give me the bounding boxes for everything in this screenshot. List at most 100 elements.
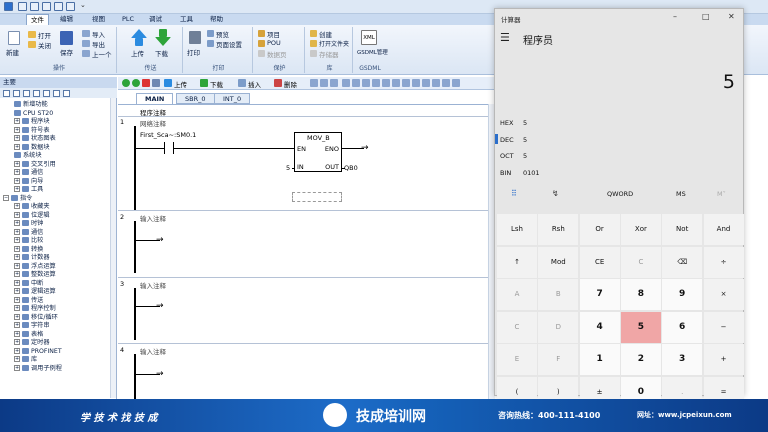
tree-tool-icon[interactable]: [23, 90, 30, 97]
expand-toggle-icon[interactable]: +: [14, 305, 20, 311]
tab-sbr0[interactable]: SBR_0: [176, 93, 215, 104]
menu-file[interactable]: 文件: [26, 14, 49, 25]
tree-item[interactable]: + 调用子例程: [14, 364, 62, 373]
network-comment[interactable]: 输入注释: [140, 213, 166, 223]
menu-help[interactable]: 帮助: [206, 14, 227, 25]
tree-item[interactable]: + 程序块: [14, 118, 50, 126]
toolbar-tool-icon[interactable]: [452, 79, 460, 87]
toolbar-tool-icon[interactable]: [392, 79, 400, 87]
expand-toggle-icon[interactable]: +: [14, 288, 20, 294]
calc-key[interactable]: ↑: [497, 246, 537, 278]
expand-toggle-icon[interactable]: −: [3, 194, 9, 201]
expand-toggle-icon[interactable]: +: [14, 339, 20, 345]
expand-toggle-icon[interactable]: +: [14, 160, 20, 167]
mov-b-box[interactable]: MOV_B EN ENO IN OUT: [294, 132, 342, 172]
preview-button[interactable]: 预览: [216, 29, 229, 39]
close-button[interactable]: 关闭: [38, 40, 51, 50]
menu-plc[interactable]: PLC: [118, 14, 138, 25]
network-comment[interactable]: 输入注释: [140, 346, 166, 356]
save-quick-icon[interactable]: [42, 2, 51, 11]
tree-item[interactable]: + PROFINET: [14, 347, 62, 356]
calc-key[interactable]: C: [497, 311, 537, 343]
tree-item[interactable]: + 浮点运算: [14, 262, 56, 271]
pou-button[interactable]: POU: [267, 39, 281, 47]
tree-item[interactable]: + 传送: [14, 296, 43, 305]
calc-key[interactable]: A: [497, 279, 537, 310]
calc-key[interactable]: 9: [662, 279, 703, 310]
tree-item[interactable]: + 数据块: [14, 143, 50, 152]
expand-toggle-icon[interactable]: +: [14, 237, 20, 243]
expand-toggle-icon[interactable]: +: [14, 126, 20, 133]
hamburger-menu-icon[interactable]: ☰: [500, 31, 510, 44]
toolbar-tool-icon[interactable]: [422, 79, 430, 87]
data-page-button[interactable]: 数据页: [267, 49, 287, 59]
calc-key[interactable]: Mod: [538, 246, 579, 278]
tree-tool-icon[interactable]: [43, 90, 50, 97]
contact-address[interactable]: First_Sca~:SM0.1: [140, 131, 196, 139]
calc-key[interactable]: +: [703, 344, 744, 375]
new-button[interactable]: 新建: [6, 47, 19, 57]
memory-button[interactable]: 存储器: [319, 49, 339, 59]
minimize-icon[interactable]: –: [673, 12, 677, 21]
expand-toggle-icon[interactable]: +: [14, 254, 20, 260]
tree-tool-icon[interactable]: [3, 90, 10, 97]
tree-item[interactable]: CPU ST20: [14, 109, 53, 118]
calc-key[interactable]: 8: [620, 279, 661, 310]
calc-key[interactable]: −: [703, 311, 744, 343]
tab-main[interactable]: MAIN: [136, 93, 174, 104]
expand-toggle-icon[interactable]: +: [14, 211, 20, 218]
menu-view[interactable]: 视图: [88, 14, 109, 25]
calc-key[interactable]: E: [497, 344, 537, 375]
toolbar-tool-icon[interactable]: [442, 79, 450, 87]
expand-toggle-icon[interactable]: +: [14, 356, 20, 362]
expand-toggle-icon[interactable]: +: [14, 322, 20, 328]
bin-label[interactable]: BIN: [500, 169, 511, 177]
compile-icon[interactable]: [152, 79, 160, 87]
create-button[interactable]: 创建: [319, 29, 332, 39]
expand-toggle-icon[interactable]: +: [14, 313, 20, 320]
tree-item[interactable]: − 指令: [3, 194, 32, 203]
tree-item[interactable]: + 通信: [14, 228, 43, 237]
tree-item[interactable]: + 中断: [14, 279, 43, 288]
step-icon[interactable]: [132, 79, 140, 87]
expand-toggle-icon[interactable]: +: [14, 135, 20, 141]
open-button[interactable]: 打开: [38, 30, 51, 40]
calc-key[interactable]: 6: [662, 311, 703, 343]
import-button[interactable]: 导入: [92, 29, 105, 39]
project-button[interactable]: 项目: [267, 29, 280, 39]
tree-item[interactable]: + 逻辑运算: [14, 288, 56, 296]
oct-label[interactable]: OCT: [500, 152, 514, 160]
expand-toggle-icon[interactable]: +: [14, 245, 20, 252]
in-value[interactable]: 5: [286, 164, 290, 172]
expand-toggle-icon[interactable]: +: [14, 262, 20, 269]
calc-key[interactable]: D: [538, 311, 579, 343]
tree-item[interactable]: + 字符串: [14, 322, 50, 330]
tree-tool-icon[interactable]: [13, 90, 20, 97]
expand-toggle-icon[interactable]: +: [14, 296, 20, 303]
run-icon[interactable]: [122, 79, 130, 87]
network-comment[interactable]: 输入注释: [140, 280, 166, 290]
expand-toggle-icon[interactable]: +: [14, 347, 20, 354]
tree-item[interactable]: + 向导: [14, 177, 43, 186]
menu-debug[interactable]: 调试: [145, 14, 166, 25]
expand-toggle-icon[interactable]: +: [14, 330, 20, 337]
download-button[interactable]: 下载: [155, 48, 168, 58]
toolbar-tool-icon[interactable]: [330, 79, 338, 87]
print-button[interactable]: 打印: [187, 47, 200, 57]
tree-item[interactable]: + 位逻辑: [14, 211, 50, 220]
toolbar-upload[interactable]: 上传: [174, 79, 187, 89]
close-icon[interactable]: ✕: [728, 12, 735, 21]
tree-item[interactable]: + 移位/循环: [14, 313, 58, 322]
expand-toggle-icon[interactable]: +: [14, 279, 20, 286]
new-quick-icon[interactable]: [18, 2, 27, 11]
dec-label[interactable]: DEC: [500, 136, 514, 144]
bit-toggle-icon[interactable]: ↯: [552, 189, 559, 198]
expand-toggle-icon[interactable]: +: [14, 228, 20, 235]
tree-item[interactable]: + 状态图表: [14, 135, 56, 143]
expand-toggle-icon[interactable]: +: [14, 364, 20, 371]
toolbar-tool-icon[interactable]: [412, 79, 420, 87]
calc-key[interactable]: 2: [620, 344, 661, 375]
expand-toggle-icon[interactable]: +: [14, 271, 20, 277]
word-size-button[interactable]: QWORD: [607, 190, 633, 198]
tree-item[interactable]: + 转换: [14, 245, 43, 254]
